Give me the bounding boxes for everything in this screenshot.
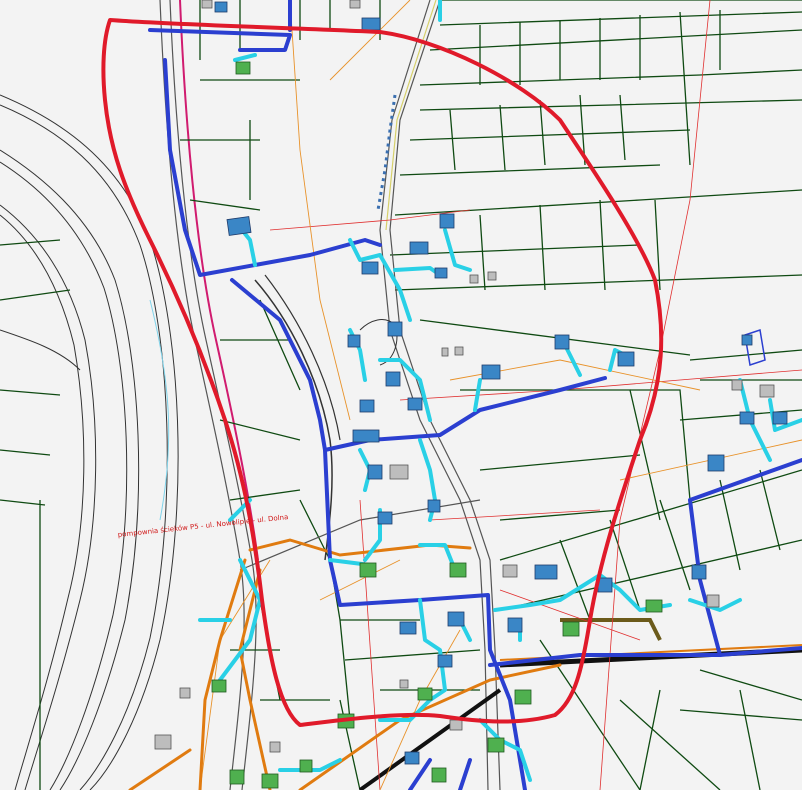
map-canvas[interactable]: pompownia ścieków P5 - ul. Nowolipie - u…	[0, 0, 802, 790]
pump-station-label: pompownia ścieków P5 - ul. Nowolipie - u…	[117, 513, 288, 539]
railway-corridor	[0, 0, 259, 790]
buildings-other	[154, 0, 775, 753]
main-road	[239, 0, 802, 790]
utility-map[interactable]: pompownia ścieków P5 - ul. Nowolipie - u…	[0, 0, 802, 790]
